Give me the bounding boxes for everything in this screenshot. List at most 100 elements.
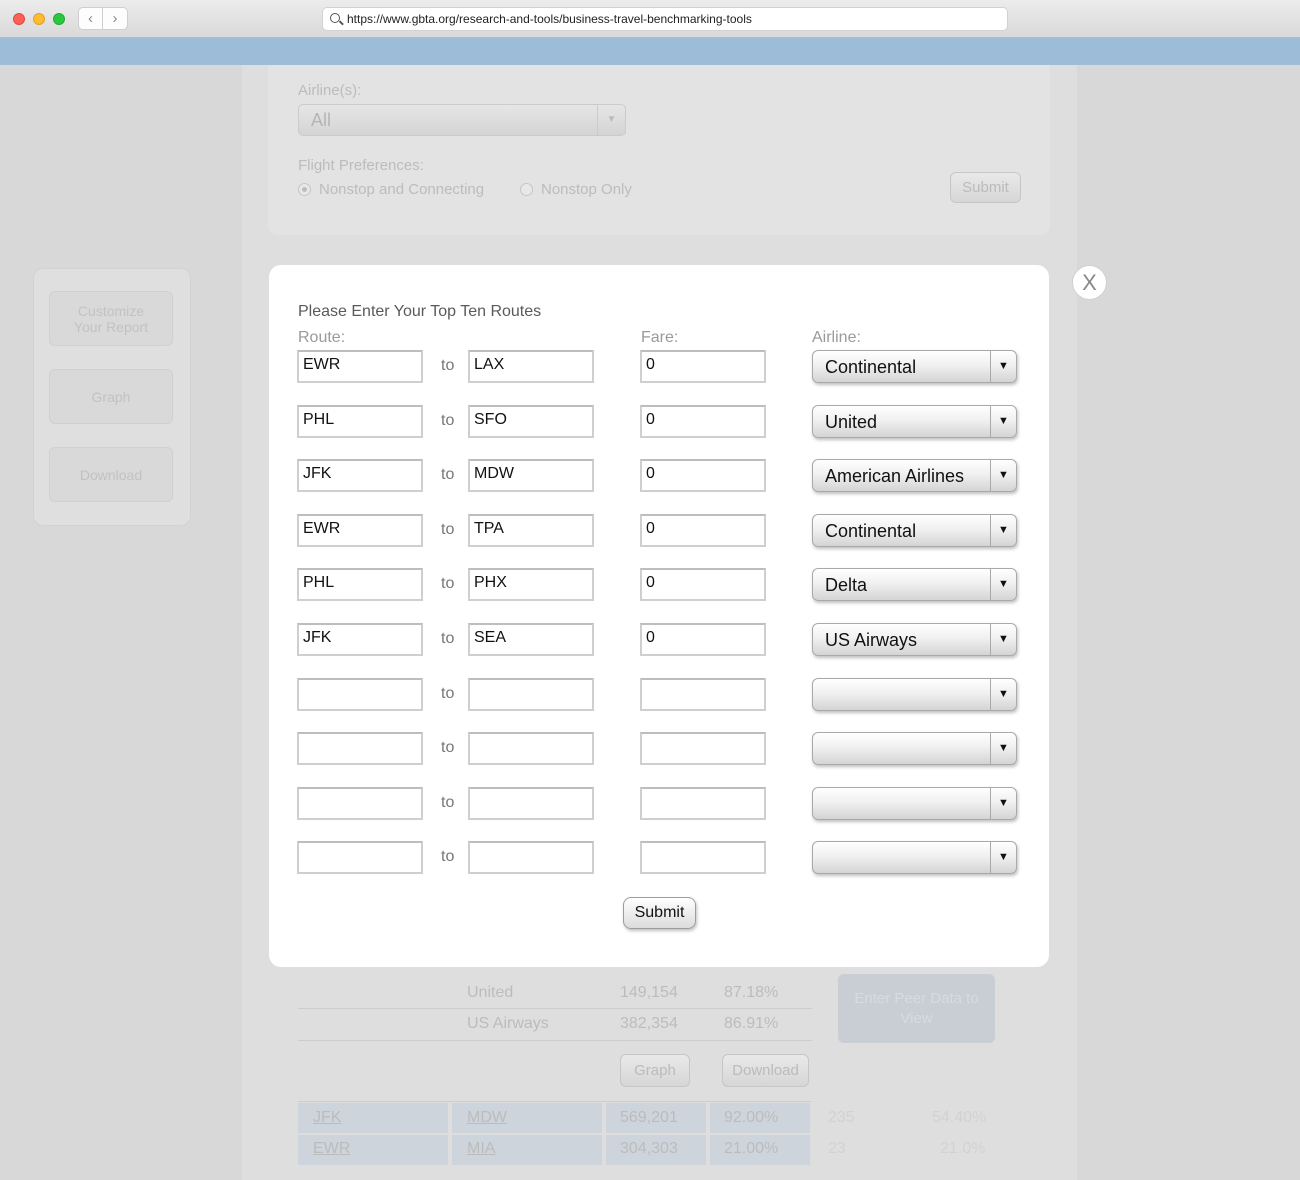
chevron-down-icon: ▼ (597, 105, 625, 135)
airline-select-value: American Airlines (825, 466, 965, 486)
to-label: to (441, 794, 455, 811)
flight-preferences-label: Flight Preferences: (298, 157, 424, 174)
fare-field[interactable] (640, 678, 766, 711)
fare-field[interactable] (640, 787, 766, 820)
table-cell-value: 569,201 (620, 1109, 678, 1126)
chevron-down-icon: ▼ (990, 460, 1016, 491)
route-origin-field[interactable] (297, 678, 423, 711)
report-sidebar: Customize Your Report Graph Download (33, 268, 191, 526)
table-cell-value: 382,354 (620, 1015, 678, 1032)
site-header-band (0, 38, 1300, 65)
airlines-select[interactable]: All ▼ (298, 104, 626, 136)
route-destination-field[interactable] (468, 787, 594, 820)
route-origin-field[interactable]: PHL (297, 405, 423, 438)
route-origin-field[interactable] (297, 841, 423, 874)
to-label: to (441, 685, 455, 702)
modal-submit-button[interactable]: Submit (623, 897, 696, 929)
nonstop-only-label: Nonstop Only (541, 181, 632, 198)
airline-select[interactable]: ▼ (812, 841, 1017, 874)
forward-button[interactable]: › (103, 7, 128, 30)
close-window-button[interactable] (13, 13, 25, 25)
airline-select[interactable]: ▼ (812, 678, 1017, 711)
route-origin-field[interactable] (297, 732, 423, 765)
to-label: to (441, 521, 455, 538)
route-destination-link[interactable]: MDW (467, 1109, 507, 1127)
route-destination-link[interactable]: MIA (467, 1140, 495, 1158)
route-origin-field[interactable]: JFK (297, 459, 423, 492)
table-divider (298, 1008, 812, 1009)
fare-field[interactable] (640, 732, 766, 765)
airline-select[interactable]: Continental ▼ (812, 350, 1017, 383)
to-label: to (441, 739, 455, 756)
airline-select[interactable]: Delta ▼ (812, 568, 1017, 601)
customize-report-button[interactable]: Customize Your Report (49, 291, 173, 346)
airline-select-value: Delta (825, 575, 868, 595)
table-graph-button[interactable]: Graph (620, 1054, 690, 1087)
table-divider (298, 1040, 812, 1041)
table-cell-percent: 86.91% (724, 1015, 779, 1032)
chevron-down-icon: ▼ (990, 842, 1016, 873)
route-origin-link[interactable]: EWR (313, 1140, 350, 1158)
to-label: to (441, 848, 455, 865)
address-bar-url: https://www.gbta.org/research-and-tools/… (347, 12, 752, 26)
chevron-down-icon: ▼ (990, 569, 1016, 600)
route-destination-field[interactable]: PHX (468, 568, 594, 601)
route-origin-link[interactable]: JFK (313, 1109, 341, 1127)
route-destination-field[interactable]: MDW (468, 459, 594, 492)
route-origin-field[interactable]: EWR (297, 350, 423, 383)
airline-select[interactable]: ▼ (812, 732, 1017, 765)
airline-select[interactable]: Continental ▼ (812, 514, 1017, 547)
fare-field[interactable]: 0 (640, 350, 766, 383)
airline-select-value: US Airways (825, 630, 918, 650)
sidebar-graph-button[interactable]: Graph (49, 369, 173, 424)
route-origin-field[interactable]: PHL (297, 568, 423, 601)
airline-column-label: Airline: (812, 329, 861, 346)
route-origin-field[interactable]: EWR (297, 514, 423, 547)
minimize-window-button[interactable] (33, 13, 45, 25)
chevron-down-icon: ▼ (990, 733, 1016, 764)
airline-select[interactable]: ▼ (812, 787, 1017, 820)
table-cell-airline: United (467, 984, 514, 1001)
fare-field[interactable] (640, 841, 766, 874)
table-cell-extra: 21.0% (940, 1140, 986, 1157)
fare-field[interactable]: 0 (640, 623, 766, 656)
close-modal-button[interactable]: X (1072, 265, 1107, 300)
to-label: to (441, 630, 455, 647)
zoom-window-button[interactable] (53, 13, 65, 25)
route-destination-field[interactable]: SEA (468, 623, 594, 656)
enter-peer-data-button[interactable]: Enter Peer Data to View (838, 974, 995, 1043)
route-destination-field[interactable]: SFO (468, 405, 594, 438)
fare-field[interactable]: 0 (640, 568, 766, 601)
chevron-right-icon: › (112, 10, 118, 27)
to-label: to (441, 412, 455, 429)
back-button[interactable]: ‹ (78, 7, 103, 30)
fare-field[interactable]: 0 (640, 405, 766, 438)
airline-select[interactable]: United ▼ (812, 405, 1017, 438)
nonstop-connecting-radio[interactable] (298, 183, 311, 196)
table-cell-percent: 21.00% (724, 1140, 779, 1157)
route-destination-field[interactable] (468, 732, 594, 765)
table-cell-extra: 23 (828, 1140, 846, 1157)
airline-select[interactable]: American Airlines ▼ (812, 459, 1017, 492)
route-column-label: Route: (298, 329, 346, 346)
fare-field[interactable]: 0 (640, 514, 766, 547)
address-bar[interactable]: https://www.gbta.org/research-and-tools/… (322, 7, 1008, 31)
table-cell-percent: 87.18% (724, 984, 779, 1001)
fare-field[interactable]: 0 (640, 459, 766, 492)
route-origin-field[interactable]: JFK (297, 623, 423, 656)
route-origin-field[interactable] (297, 787, 423, 820)
sidebar-download-button[interactable]: Download (49, 447, 173, 502)
nonstop-only-radio[interactable] (520, 183, 533, 196)
filter-submit-button[interactable]: Submit (950, 172, 1021, 203)
fare-column-label: Fare: (641, 329, 679, 346)
to-label: to (441, 575, 455, 592)
chevron-down-icon: ▼ (990, 351, 1016, 382)
route-destination-field[interactable]: LAX (468, 350, 594, 383)
background-filter-panel (268, 65, 1050, 235)
route-destination-field[interactable] (468, 678, 594, 711)
route-destination-field[interactable]: TPA (468, 514, 594, 547)
table-download-button[interactable]: Download (722, 1054, 809, 1087)
airline-select[interactable]: US Airways ▼ (812, 623, 1017, 656)
route-destination-field[interactable] (468, 841, 594, 874)
chevron-down-icon: ▼ (990, 788, 1016, 819)
